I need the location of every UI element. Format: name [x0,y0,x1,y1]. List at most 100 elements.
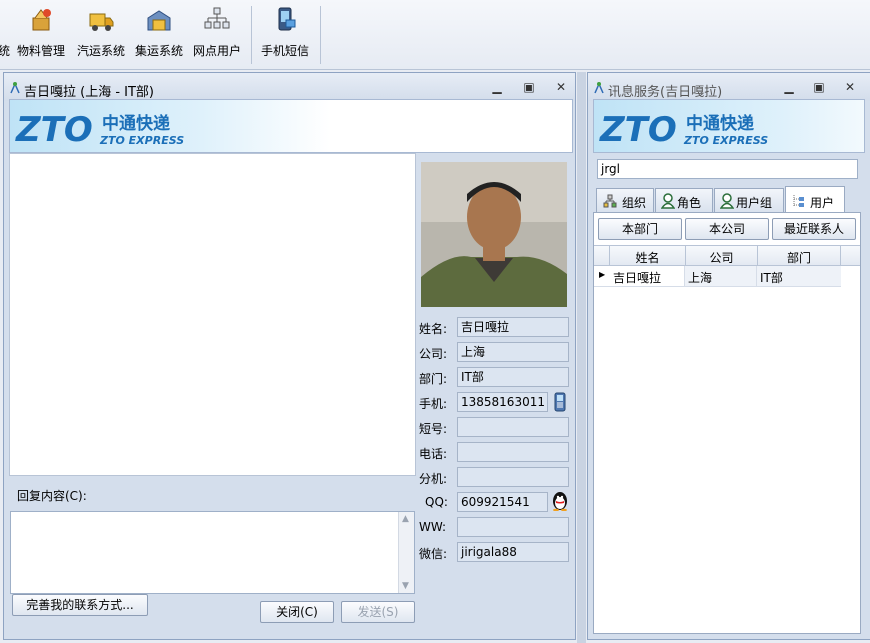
toolbar-label-warehouse: 集运系统 [134,44,183,58]
im-antenna-icon [594,82,604,94]
logo-brand-en: ZTO EXPRESS [99,134,184,147]
tab-user-group[interactable]: 用户组 [714,188,784,212]
im-restore-icon[interactable]: ▣ [810,79,828,95]
grid-corner [594,246,610,266]
telephone-field[interactable] [457,442,569,462]
reply-input[interactable]: ▲ ▼ [10,511,415,594]
reply-content-label: 回复内容(C): [17,489,87,503]
tab-role-label: 角色 [677,196,702,210]
ww-field[interactable] [457,517,569,537]
toolbar-label-truck: 汽运系统 [76,44,125,58]
name-field[interactable]: 吉日嘎拉 [457,317,569,337]
toolbar-label-materials: 物料管理 [16,44,65,58]
toolbar-button-network-users[interactable]: 网点用户 [190,4,244,66]
complete-contact-button[interactable]: 完善我的联系方式... [12,594,148,616]
contact-photo [421,162,567,307]
filter-my-company-button[interactable]: 本公司 [685,218,769,240]
department-field[interactable]: IT部 [457,367,569,387]
im-logo-brand-cn: 中通快递 [686,113,754,134]
qq-field[interactable]: 609921541 [457,492,548,512]
extension-label: 分机: [419,472,448,486]
column-header-company[interactable]: 公司 [686,249,757,266]
toolbar-partial-label[interactable]: 统 [0,42,10,59]
im-window-title: 讯息服务(吉日嘎拉) [608,85,723,100]
svg-text:ZTO: ZTO [599,110,677,149]
name-label: 姓名: [419,322,448,336]
row-selector-arrow-icon: ▶ [599,270,606,279]
user-tab-panel: 本部门 本公司 最近联系人 姓名 公司 部门 ▶ 吉日嘎拉 上海 IT部 [593,212,861,634]
send-button[interactable]: 发送(S) [341,601,415,623]
ww-label: WW: [419,520,447,534]
column-header-name[interactable]: 姓名 [610,249,685,266]
toolbar-button-truck[interactable]: 汽运系统 [74,4,128,66]
chat-window-title: 吉日嘎拉 (上海 - IT部) [24,85,155,100]
logo-brand-cn: 中通快递 [102,113,170,134]
minimize-icon[interactable]: ▁ [488,79,506,95]
message-history-pane[interactable] [9,153,416,476]
zto-logo-band: ZTO 中通快递 ZTO EXPRESS [9,99,573,153]
row-cell-company[interactable]: 上海 [685,266,757,286]
qq-label: QQ: [425,495,448,509]
company-field[interactable]: 上海 [457,342,569,362]
im-logo-brand-en: ZTO EXPRESS [683,134,768,147]
short-number-field[interactable] [457,417,569,437]
user-search-input[interactable]: jrgl [597,159,858,179]
im-close-icon[interactable]: ✕ [841,79,859,95]
tab-user[interactable]: 用户 [785,186,845,213]
row-cell-name[interactable]: 吉日嘎拉 [610,266,685,286]
tab-organization-label: 组织 [622,196,647,210]
extension-field[interactable] [457,467,569,487]
organization-icon [603,194,617,208]
mobile-sms-icon [278,7,296,31]
filter-my-department-button[interactable]: 本部门 [598,218,682,240]
column-header-department[interactable]: 部门 [758,249,840,266]
user-tree-icon [793,195,804,207]
phone-call-icon[interactable] [552,392,568,412]
toolbar-separator [251,6,252,64]
mobile-label: 手机: [419,397,448,411]
close-button[interactable]: 关闭(C) [260,601,334,623]
truck-icon [89,13,114,31]
wechat-field[interactable]: jirigala88 [457,542,569,562]
tab-user-label: 用户 [810,196,835,210]
filter-recent-contacts-button[interactable]: 最近联系人 [772,218,856,240]
im-window-titlebar[interactable]: 讯息服务(吉日嘎拉) ▁ ▣ ✕ [588,73,870,101]
wechat-label: 微信: [419,547,448,561]
toolbar-separator-end [320,6,321,64]
mobile-field[interactable]: 13858163011 [457,392,548,412]
user-group-icon [720,193,734,209]
scroll-down-icon[interactable]: ▼ [402,581,409,591]
warehouse-icon [147,10,171,31]
user-grid-header: 姓名 公司 部门 [594,245,860,266]
main-toolbar: 统 物料管理 汽运系统 集运系统 网点用户 手机短信 [0,0,870,70]
chat-window: 吉日嘎拉 (上海 - IT部) ▁ ▣ ✕ ZTO 中通快递 ZTO EXPRE… [3,72,576,640]
company-label: 公司: [419,347,448,361]
zto-logo: ZTO 中通快递 ZTO EXPRESS [15,110,184,149]
department-label: 部门: [419,372,448,386]
toolbar-button-materials[interactable]: 物料管理 [14,4,68,66]
scroll-up-icon[interactable]: ▲ [402,514,409,524]
table-row[interactable]: ▶ 吉日嘎拉 上海 IT部 [594,266,841,287]
close-icon[interactable]: ✕ [552,79,570,95]
window-gap [577,72,586,643]
im-logo-band: ZTO 中通快递 ZTO EXPRESS [593,99,865,153]
svg-text:ZTO: ZTO [15,110,93,149]
network-icon [204,7,230,29]
materials-icon [32,9,51,31]
qq-penguin-icon[interactable] [551,491,569,511]
row-cell-department[interactable]: IT部 [757,266,841,286]
im-service-window: 讯息服务(吉日嘎拉) ▁ ▣ ✕ ZTO 中通快递 ZTO EXPRESS jr… [587,72,870,640]
telephone-label: 电话: [419,447,448,461]
restore-icon[interactable]: ▣ [520,79,538,95]
toolbar-label-mobile-sms: 手机短信 [260,44,309,58]
toolbar-label-network-users: 网点用户 [192,44,241,58]
im-minimize-icon[interactable]: ▁ [780,79,798,95]
short-number-label: 短号: [419,422,448,436]
toolbar-button-mobile-sms[interactable]: 手机短信 [256,4,314,66]
tab-organization[interactable]: 组织 [596,188,654,212]
toolbar-button-warehouse[interactable]: 集运系统 [132,4,186,66]
chat-window-titlebar[interactable]: 吉日嘎拉 (上海 - IT部) ▁ ▣ ✕ [4,73,575,101]
column-divider [840,246,841,266]
tab-role[interactable]: 角色 [655,188,713,212]
reply-scrollbar[interactable]: ▲ ▼ [398,512,414,593]
